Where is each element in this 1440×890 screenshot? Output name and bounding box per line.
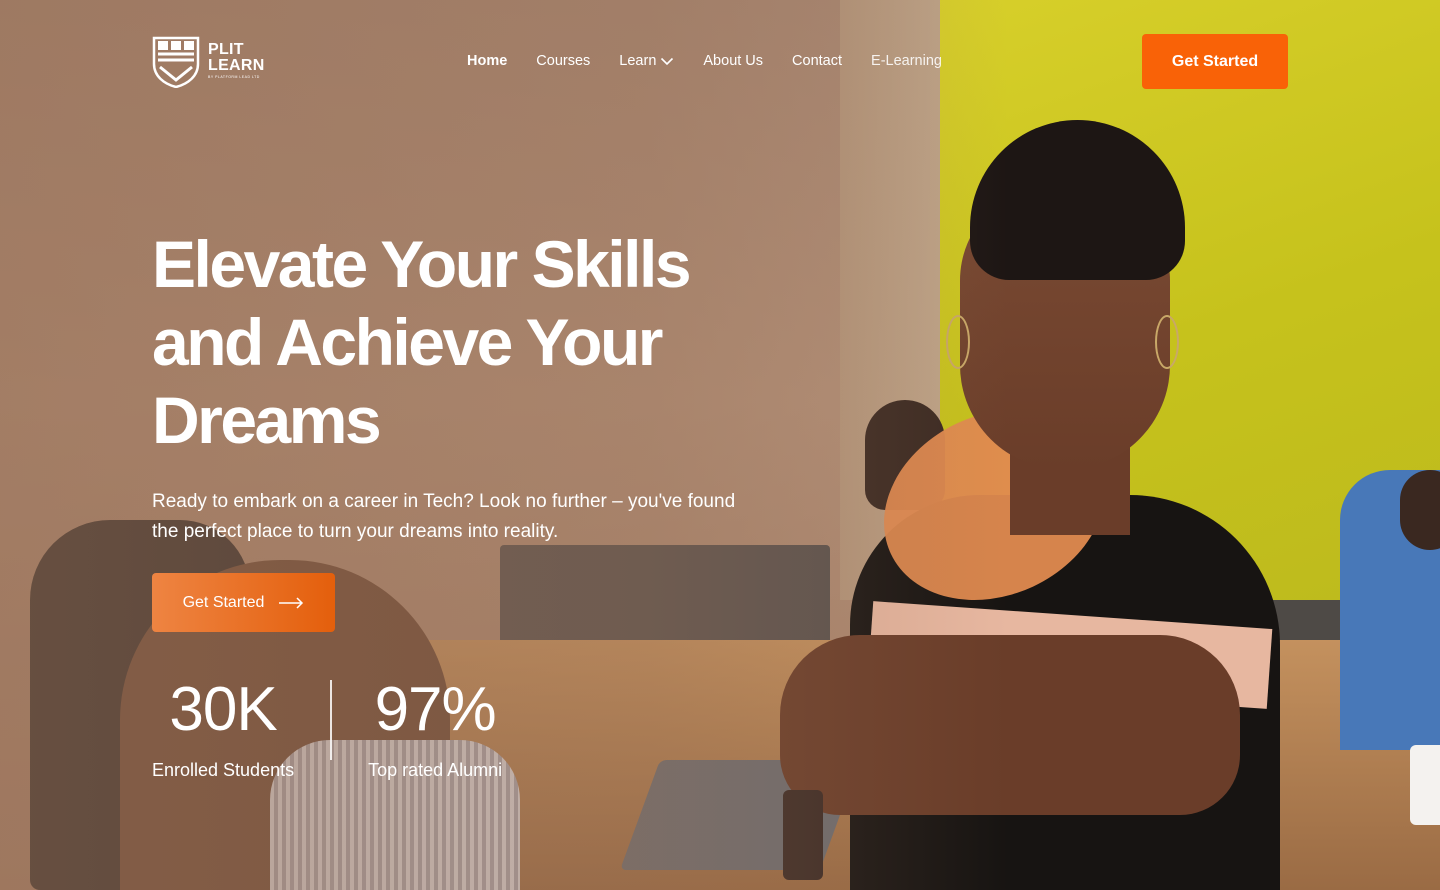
hero-section: Elevate Your Skills and Achieve Your Dre… bbox=[152, 225, 792, 781]
hero-subtitle: Ready to embark on a career in Tech? Loo… bbox=[152, 491, 736, 542]
main-nav: Home Courses Learn About Us Contact E-Le… bbox=[467, 52, 942, 70]
site-header: PLIT LEARN BY PLATFORM LEAD LTD Home Cou… bbox=[0, 0, 1440, 120]
site-logo[interactable]: PLIT LEARN BY PLATFORM LEAD LTD bbox=[152, 34, 265, 88]
stat-label: Enrolled Students bbox=[152, 760, 295, 780]
hero-title-line-1: Elevate Your Skills bbox=[152, 227, 692, 301]
nav-item-learn-label: Learn bbox=[619, 53, 657, 69]
arrow-right-icon bbox=[279, 596, 304, 609]
hero-get-started-label: Get Started bbox=[182, 593, 265, 611]
nav-item-learn[interactable]: Learn bbox=[619, 53, 674, 69]
nav-item-about-us[interactable]: About Us bbox=[703, 53, 763, 69]
nav-item-courses[interactable]: Courses bbox=[536, 53, 590, 69]
stat-enrolled-students: 30K Enrolled Students bbox=[152, 678, 294, 781]
stat-top-rated-alumni: 97% Top rated Alumni bbox=[368, 678, 502, 781]
nav-item-home[interactable]: Home bbox=[467, 53, 507, 69]
nav-item-contact[interactable]: Contact bbox=[792, 53, 842, 69]
stat-value: 30K bbox=[169, 675, 277, 744]
hero-title-line-3: Dreams bbox=[152, 383, 382, 457]
logo-text-plit: PLIT bbox=[208, 41, 244, 59]
stats-row: 30K Enrolled Students 97% Top rated Alum… bbox=[152, 678, 792, 781]
hero-get-started-button[interactable]: Get Started bbox=[152, 573, 335, 632]
logo-tagline: BY PLATFORM LEAD LTD bbox=[208, 75, 260, 80]
chevron-down-icon bbox=[661, 57, 674, 65]
stat-label: Top rated Alumni bbox=[368, 760, 503, 780]
nav-item-e-learning[interactable]: E-Learning bbox=[871, 53, 942, 69]
header-get-started-button[interactable]: Get Started bbox=[1142, 34, 1288, 89]
stats-divider bbox=[330, 680, 333, 760]
shield-logo-icon bbox=[152, 36, 200, 88]
logo-text-learn: LEARN bbox=[208, 57, 265, 75]
stat-value: 97% bbox=[374, 675, 497, 744]
hero-title: Elevate Your Skills and Achieve Your Dre… bbox=[152, 225, 792, 459]
hero-title-line-2: and Achieve Your bbox=[152, 305, 663, 379]
